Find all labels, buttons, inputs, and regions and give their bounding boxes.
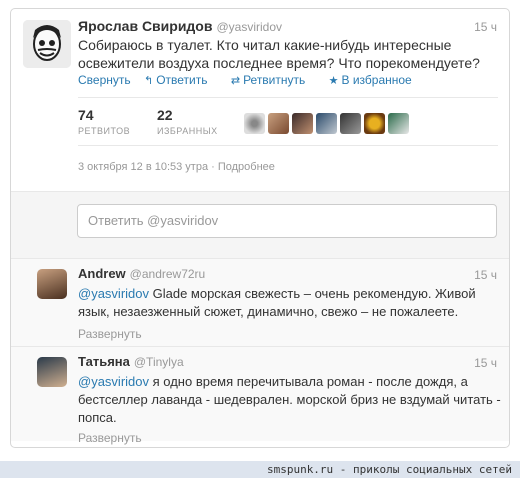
reply-time[interactable]: 15 ч	[474, 356, 497, 370]
reply-author[interactable]: Татьяна @Tinylya	[78, 354, 184, 369]
tweet-date[interactable]: 3 октября 12 в 10:53 утра · Подробнее	[78, 161, 275, 173]
divider	[78, 97, 498, 98]
retweet-button[interactable]: ⇄ Ретвитнуть	[231, 73, 315, 87]
favorite-button[interactable]: ★ В избранное	[329, 73, 422, 87]
avatar[interactable]	[340, 113, 361, 134]
reply-author[interactable]: Andrew @andrew72ru	[78, 266, 205, 281]
reply-icon: ↰	[143, 75, 154, 87]
reply-time[interactable]: 15 ч	[474, 268, 497, 282]
reply-author-name[interactable]: Andrew	[78, 266, 126, 281]
watermark-bar: smspunk.ru - приколы социальных сетей	[0, 461, 520, 478]
reply-label[interactable]: Ответить	[156, 73, 207, 87]
author-name[interactable]: Ярослав Свиридов @yasviridov	[78, 18, 282, 34]
watermark-text: smspunk.ru - приколы социальных сетей	[266, 463, 512, 476]
tweet-text: Собираюсь в туалет. Кто читал какие-нибу…	[78, 37, 480, 71]
mention-link[interactable]: @yasviridov	[78, 286, 149, 301]
retweet-icon: ⇄	[230, 75, 241, 87]
reply-text: @yasviridov я одно время перечитывала ро…	[78, 373, 503, 427]
divider	[78, 145, 498, 146]
reply-tweet: Татьяна @Tinylya 15 ч @yasviridov я одно …	[11, 347, 509, 445]
reply-button[interactable]: ↰ Ответить	[144, 73, 218, 87]
avatar[interactable]	[37, 269, 67, 299]
avatar[interactable]	[23, 20, 71, 68]
author-handle[interactable]: @yasviridov	[216, 20, 282, 34]
retweets-count[interactable]: 74	[78, 107, 94, 123]
favoriters-avatars	[244, 113, 409, 134]
reply-text: @yasviridov Glade морская свежесть – оче…	[78, 285, 498, 321]
expand-link[interactable]: Развернуть	[78, 431, 142, 445]
reply-author-name[interactable]: Татьяна	[78, 354, 130, 369]
reply-area: Ответить @yasviridov	[11, 191, 509, 259]
reply-tweet: Andrew @andrew72ru 15 ч @yasviridov Glade…	[11, 259, 509, 346]
main-tweet: Ярослав Свиридов @yasviridov 15 ч Собираю…	[11, 9, 509, 189]
retweet-label[interactable]: Ретвитнуть	[243, 73, 305, 87]
author-name-text[interactable]: Ярослав Свиридов	[78, 18, 212, 34]
favorites-label[interactable]: ИЗБРАННЫХ	[157, 126, 218, 136]
avatar[interactable]	[316, 113, 337, 134]
avatar[interactable]	[37, 357, 67, 387]
expand-link[interactable]: Развернуть	[78, 327, 142, 341]
tweet-card: Ярослав Свиридов @yasviridov 15 ч Собираю…	[10, 8, 510, 448]
collapse-button[interactable]: Свернуть	[78, 73, 131, 87]
mention-link[interactable]: @yasviridov	[78, 374, 149, 389]
reply-author-handle[interactable]: @Tinylya	[134, 355, 184, 369]
star-icon: ★	[328, 75, 339, 87]
avatar[interactable]	[364, 113, 385, 134]
reply-author-handle[interactable]: @andrew72ru	[130, 267, 206, 281]
avatar[interactable]	[292, 113, 313, 134]
avatar[interactable]	[268, 113, 289, 134]
favorites-count[interactable]: 22	[157, 107, 173, 123]
tweet-time[interactable]: 15 ч	[474, 20, 497, 34]
reply-input[interactable]: Ответить @yasviridov	[77, 204, 497, 238]
avatar[interactable]	[388, 113, 409, 134]
avatar[interactable]	[244, 113, 265, 134]
retweets-label[interactable]: РЕТВИТОВ	[78, 126, 130, 136]
favorite-label[interactable]: В избранное	[341, 73, 411, 87]
tweet-actions: Свернуть ↰ Ответить ⇄ Ретвитнуть ★ В избран…	[78, 73, 432, 87]
